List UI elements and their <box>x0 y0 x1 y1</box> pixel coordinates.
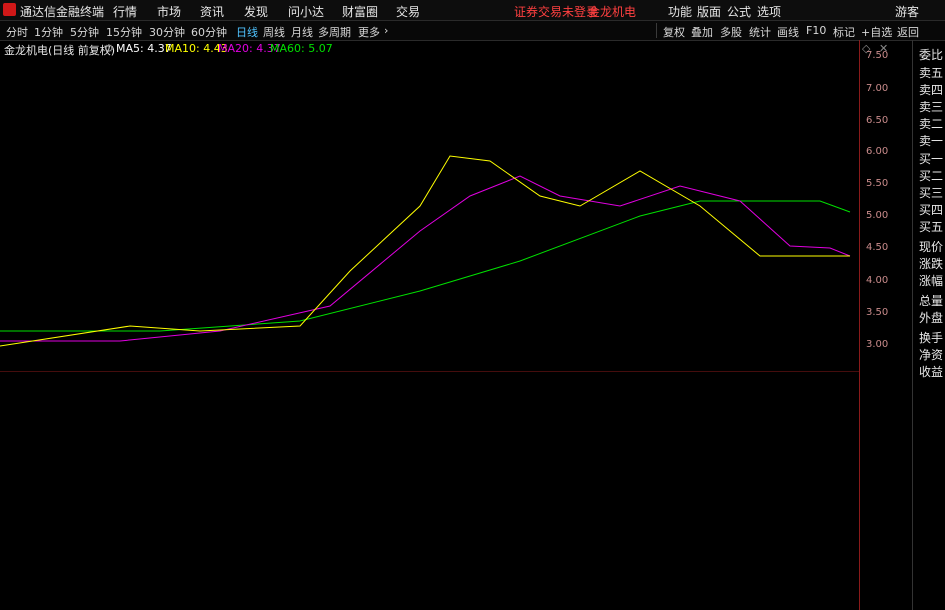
quote-label: 总量 <box>919 294 944 308</box>
menu-wenxiaoda[interactable]: 问小达 <box>288 3 324 20</box>
menu-xuanxiang[interactable]: 选项 <box>757 3 781 20</box>
gear-icon[interactable]: ⚙ <box>104 42 114 55</box>
menu-hangqing[interactable]: 行情 <box>113 3 137 20</box>
ma60-value: MA60: 5.07 <box>270 42 333 55</box>
period-fenshi[interactable]: 分时 <box>6 24 28 40</box>
price-tick: 7.00 <box>866 83 889 94</box>
toolbar-divider <box>656 23 657 38</box>
quote-label: 买一 <box>919 152 944 166</box>
menu-banmian[interactable]: 版面 <box>697 3 721 20</box>
tool-tongji[interactable]: 统计 <box>749 24 771 40</box>
tool-diejia[interactable]: 叠加 <box>691 24 713 40</box>
period-15min[interactable]: 15分钟 <box>106 24 142 40</box>
tool-back[interactable]: 返回 <box>897 24 919 40</box>
quote-label: 卖一 <box>919 134 944 148</box>
period-5min[interactable]: 5分钟 <box>70 24 99 40</box>
quote-label: 换手 <box>919 331 944 345</box>
menu-gongneng[interactable]: 功能 <box>668 3 692 20</box>
app-logo-icon <box>3 3 16 16</box>
ma-legend: 金龙机电(日线 前复权) ⚙ MA5: 4.37 MA10: 4.43 MA20… <box>0 41 945 57</box>
ma5-value: MA5: 4.37 <box>116 42 172 55</box>
menu-gongshi[interactable]: 公式 <box>727 3 751 20</box>
price-tick: 6.00 <box>866 146 889 157</box>
price-tick: 3.50 <box>866 307 889 318</box>
price-tick: 7.50 <box>866 50 889 61</box>
tool-biaoji[interactable]: 标记 <box>833 24 855 40</box>
quote-label: 卖五 <box>919 66 944 80</box>
tool-duogu[interactable]: 多股 <box>720 24 742 40</box>
price-tick: 6.50 <box>866 115 889 126</box>
quote-label: 买四 <box>919 203 944 217</box>
price-tick: 5.00 <box>866 210 889 221</box>
quote-label: 卖二 <box>919 117 944 131</box>
tool-huaxian[interactable]: 画线 <box>777 24 799 40</box>
tool-f10[interactable]: F10 <box>806 24 826 37</box>
menu-zixun[interactable]: 资讯 <box>200 3 224 20</box>
menu-caifuquan[interactable]: 财富圈 <box>342 3 378 20</box>
tool-fuquan[interactable]: 复权 <box>663 24 685 40</box>
app-name: 通达信金融终端 <box>20 5 105 19</box>
price-tick: 3.00 <box>866 339 889 350</box>
period-toolbar: 分时 1分钟 5分钟 15分钟 30分钟 60分钟 日线 周线 月线 多周期 更… <box>0 21 945 41</box>
tool-add-watchlist[interactable]: +自选 <box>861 24 892 40</box>
quote-label: 涨幅 <box>919 274 944 288</box>
quote-label: 外盘 <box>919 311 944 325</box>
quote-label: 现价 <box>919 240 944 254</box>
period-multi[interactable]: 多周期 <box>318 24 351 40</box>
menu-shichang[interactable]: 市场 <box>157 3 181 20</box>
period-weekly[interactable]: 周线 <box>263 24 285 40</box>
quote-label: 收益 <box>919 365 944 379</box>
quote-side-panel: 委比 卖五 卖四 卖三 卖二 卖一 买一 买二 买三 买四 买五 现价 涨跌 涨… <box>912 40 945 610</box>
stock-title: 金龙机电 <box>588 5 637 19</box>
menu-jiaoyi[interactable]: 交易 <box>396 3 420 20</box>
quote-label: 卖四 <box>919 83 944 97</box>
quote-label: 涨跌 <box>919 257 944 271</box>
period-daily[interactable]: 日线 <box>236 24 258 40</box>
ma60-line <box>0 200 851 332</box>
ma10-line <box>0 155 850 347</box>
broker-status[interactable]: 证券交易未登录 <box>514 3 598 20</box>
quote-label: 买二 <box>919 169 944 183</box>
period-more[interactable]: 更多 <box>358 24 380 40</box>
quote-label: 卖三 <box>919 100 944 114</box>
period-60min[interactable]: 60分钟 <box>191 24 227 40</box>
price-tick: 5.50 <box>866 178 889 189</box>
period-30min[interactable]: 30分钟 <box>149 24 185 40</box>
period-1min[interactable]: 1分钟 <box>34 24 63 40</box>
quote-label: 净资 <box>919 348 944 362</box>
period-monthly[interactable]: 月线 <box>291 24 313 40</box>
menu-faxian[interactable]: 发现 <box>244 3 268 20</box>
quote-label: 买五 <box>919 220 944 234</box>
price-tick: 4.00 <box>866 275 889 286</box>
user-label[interactable]: 游客 <box>895 3 919 20</box>
quote-label: 买三 <box>919 186 944 200</box>
chevron-right-icon[interactable]: › <box>384 24 388 37</box>
quote-label: 委比 <box>919 48 944 62</box>
price-axis: 7.50 7.00 6.50 6.00 5.50 5.00 4.50 4.00 … <box>859 40 912 610</box>
price-chart-panel <box>0 155 859 372</box>
price-tick: 4.50 <box>866 242 889 253</box>
title-bar: 通达信金融终端 行情 市场 资讯 发现 问小达 财富圈 交易 证券交易未登录 金… <box>0 0 945 21</box>
